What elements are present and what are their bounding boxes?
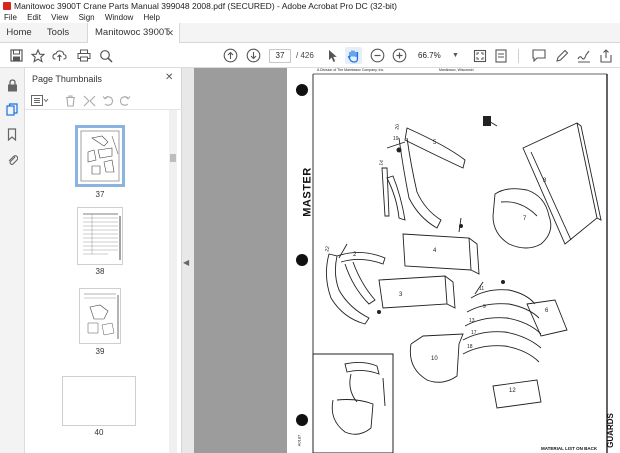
figure-code: A0187 [296, 434, 302, 447]
comment-icon[interactable] [530, 47, 547, 64]
close-panel-icon[interactable]: ✕ [165, 72, 173, 83]
next-page-icon[interactable] [245, 47, 262, 64]
panel-title: Page Thumbnails [32, 74, 102, 84]
page-thumbnails-icon[interactable] [5, 102, 19, 116]
rotate-right-icon[interactable] [119, 95, 131, 110]
part-number-label: 19 [393, 136, 399, 142]
hand-tool-icon[interactable] [345, 47, 362, 64]
part-number-label: 13 [469, 318, 475, 324]
menu-view[interactable]: View [51, 13, 68, 22]
previous-page-icon[interactable] [222, 47, 239, 64]
fit-page-icon[interactable] [471, 47, 488, 64]
window-title: Manitowoc 3900T Crane Parts Manual 39904… [14, 1, 398, 11]
document-header-left: A Division of The Manitowoc Company, Inc… [317, 68, 385, 72]
thumbnail-label: 37 [95, 190, 105, 199]
part-number-label: 7 [523, 216, 527, 222]
part-number-label: 12 [509, 388, 516, 394]
thumbnail-label: 40 [94, 428, 104, 437]
part-number-label: 14 [378, 159, 386, 167]
page-count: / 426 [296, 51, 314, 60]
document-right-edge-label: GUARDS [605, 413, 615, 448]
lock-icon[interactable] [5, 78, 19, 92]
part-number-label: 17 [471, 330, 477, 336]
bookmark-icon[interactable] [5, 127, 19, 141]
window-title-bar: Manitowoc 3900T Crane Parts Manual 39904… [0, 0, 620, 12]
zoom-out-icon[interactable] [369, 47, 386, 64]
menu-edit[interactable]: Edit [27, 13, 41, 22]
document-page[interactable]: A Division of The Manitowoc Company, Inc… [287, 68, 620, 453]
menu-file[interactable]: File [4, 13, 17, 22]
part-number-label: 5 [433, 140, 437, 146]
rotate-left-icon[interactable] [102, 95, 114, 110]
zoom-level[interactable]: 66.7% [418, 49, 456, 63]
page-thumbnails-panel: Page Thumbnails ✕ 37 38 39 40 [25, 68, 182, 453]
part-number-label: 4 [433, 248, 437, 254]
attachment-icon[interactable] [5, 152, 19, 166]
part-number-label: 3 [399, 292, 403, 298]
part-number-label: 10 [431, 356, 438, 362]
thumbnail-label: 38 [95, 267, 105, 276]
sign-icon[interactable] [575, 47, 592, 64]
part-number-label: 2 [353, 252, 357, 258]
scrollbar-thumb[interactable] [170, 154, 176, 162]
toolbar: 37 / 426 66.7% ▼ [0, 43, 620, 68]
print-icon[interactable] [75, 47, 92, 64]
close-tab-icon[interactable]: ✕ [166, 23, 174, 43]
menu-window[interactable]: Window [105, 13, 133, 22]
thumbnail-label: 39 [95, 347, 105, 356]
share-icon[interactable] [597, 47, 614, 64]
page-thumbnail[interactable] [79, 288, 121, 344]
toolbar-separator [518, 49, 519, 63]
zoom-dropdown-icon[interactable]: ▼ [452, 49, 459, 63]
part-number-label: 9 [483, 304, 486, 310]
part-number-label: 22 [324, 245, 332, 253]
menu-help[interactable]: Help [144, 13, 160, 22]
collapse-panel-icon[interactable]: ◀ [183, 258, 189, 267]
pen-icon[interactable] [553, 47, 570, 64]
zoom-in-icon[interactable] [391, 47, 408, 64]
star-icon[interactable] [29, 47, 46, 64]
page-number-input[interactable]: 37 [269, 49, 291, 63]
part-number-label: 6 [545, 308, 549, 314]
menu-bar: File Edit View Sign Window Help [0, 12, 620, 23]
page-thumbnail[interactable] [75, 125, 125, 187]
document-side-label: MASTER [301, 167, 314, 217]
tab-document[interactable]: Manitowoc 3900T ... ✕ [87, 23, 180, 58]
document-footer-note: MATERIAL LIST ON BACK [541, 446, 598, 451]
left-navigation-rail [0, 68, 25, 453]
thumbnail-options-icon[interactable] [31, 95, 49, 109]
part-number-label: 18 [467, 344, 473, 350]
thumbnails-scrollbar[interactable] [169, 110, 177, 453]
scroll-mode-icon[interactable] [492, 47, 509, 64]
tab-home[interactable]: Home [0, 23, 38, 43]
part-number-label: 8 [543, 178, 547, 184]
part-number-label: 20 [394, 123, 402, 131]
save-icon[interactable] [8, 47, 25, 64]
delete-page-icon[interactable] [65, 95, 76, 110]
menu-sign[interactable]: Sign [79, 13, 95, 22]
zoom-search-icon[interactable] [97, 47, 114, 64]
page-thumbnail[interactable] [77, 207, 123, 265]
cloud-upload-icon[interactable] [51, 47, 68, 64]
extract-page-icon[interactable] [83, 95, 96, 110]
tab-bar: Home Tools Manitowoc 3900T ... ✕ [0, 23, 620, 58]
select-cursor-icon[interactable] [324, 47, 341, 64]
page-thumbnail[interactable] [62, 376, 136, 426]
document-header-right: Manitowoc, Wisconsin [439, 68, 474, 72]
acrobat-app-icon [3, 2, 11, 10]
part-number-label: 11 [479, 286, 485, 292]
panel-toolbar [25, 92, 182, 110]
tab-tools[interactable]: Tools [40, 23, 76, 43]
